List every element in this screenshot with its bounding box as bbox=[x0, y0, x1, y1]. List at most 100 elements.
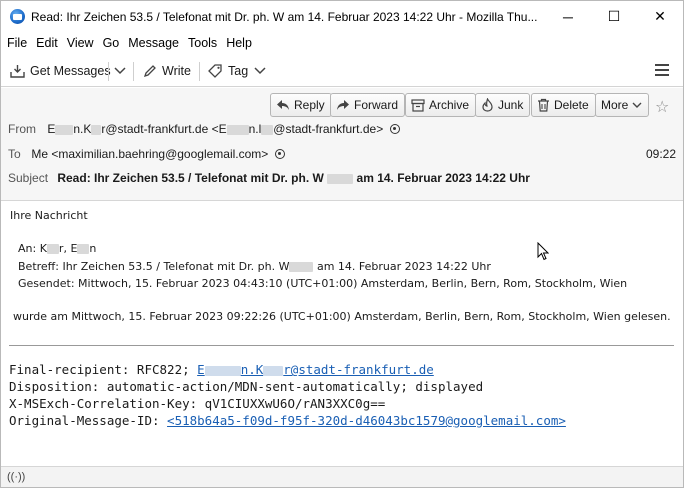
status-bar: ((·)) bbox=[1, 466, 683, 487]
body-gelesen: wurde am Mittwoch, 15. Februar 2023 09:2… bbox=[13, 310, 671, 323]
toolbar-separator bbox=[108, 62, 109, 81]
redaction bbox=[91, 124, 102, 135]
redaction bbox=[226, 124, 249, 135]
body-betreff: Betreff: Ihr Zeichen 53.5 / Telefonat mi… bbox=[18, 260, 491, 273]
chevron-down-icon bbox=[114, 67, 126, 75]
final-recipient-line: Final-recipient: RFC822; En.K r@stadt-fra… bbox=[9, 362, 434, 377]
reply-button[interactable]: Reply bbox=[270, 93, 332, 117]
body-an-part: n bbox=[89, 242, 97, 255]
title-bar: Read: Ihr Zeichen 53.5 / Telefonat mit D… bbox=[1, 1, 683, 32]
redaction bbox=[46, 244, 59, 254]
tag-label: Tag bbox=[228, 64, 249, 78]
chevron-down-icon bbox=[254, 67, 266, 75]
subject-text: am 14. Februar 2023 14:22 Uhr bbox=[356, 171, 530, 185]
get-messages-label: Get Messages bbox=[30, 64, 111, 78]
link-part: r@stadt-frankfurt.de bbox=[283, 362, 434, 377]
delete-label: Delete bbox=[554, 98, 589, 112]
menu-bar: File Edit View Go Message Tools Help bbox=[1, 32, 683, 54]
body-an: An: K r, E n bbox=[18, 242, 96, 255]
menu-view[interactable]: View bbox=[67, 36, 94, 50]
body-gesendet: Gesendet: Mittwoch, 15. Februar 2023 04:… bbox=[18, 277, 628, 290]
message-body: Ihre Nachricht An: K r, E n Betreff: Ihr Z… bbox=[1, 202, 683, 466]
redaction bbox=[55, 124, 74, 135]
to-label: To bbox=[8, 147, 21, 161]
maximize-button[interactable]: ☐ bbox=[591, 1, 637, 32]
close-button[interactable]: ✕ bbox=[637, 1, 683, 32]
add-contact-icon[interactable] bbox=[274, 149, 285, 159]
toolbar-separator bbox=[199, 62, 200, 81]
reply-label: Reply bbox=[294, 98, 325, 112]
from-part[interactable]: n.K bbox=[73, 122, 91, 136]
from-part[interactable]: E bbox=[47, 122, 55, 136]
to-row: To Me <maximilian.baehring@googlemail.co… bbox=[8, 147, 285, 161]
junk-button[interactable]: Junk bbox=[475, 93, 531, 117]
original-message-id-link[interactable]: <518b64a5-f09d-f95f-320d-d46043bc1579@go… bbox=[167, 413, 566, 428]
menu-file[interactable]: File bbox=[7, 36, 27, 50]
tag-button[interactable]: Tag bbox=[208, 59, 271, 83]
redaction bbox=[77, 244, 90, 254]
redaction bbox=[204, 365, 241, 376]
write-button[interactable]: Write bbox=[143, 59, 191, 83]
more-label: More bbox=[601, 98, 629, 112]
write-label: Write bbox=[162, 64, 191, 78]
main-toolbar: Get Messages Write Tag bbox=[1, 55, 683, 87]
from-part[interactable]: r@stadt-frankfurt.de <E bbox=[101, 122, 226, 136]
original-message-id-line: Original-Message-ID: <518b64a5-f09d-f95f… bbox=[9, 413, 566, 428]
tag-icon bbox=[208, 64, 222, 78]
more-button[interactable]: More bbox=[595, 93, 650, 117]
menu-tools[interactable]: Tools bbox=[188, 36, 217, 50]
get-messages-dropdown[interactable] bbox=[114, 59, 131, 83]
archive-label: Archive bbox=[429, 98, 470, 112]
minimize-button[interactable]: ─ bbox=[545, 1, 591, 32]
final-recipient-label: Final-recipient: RFC822; bbox=[9, 362, 198, 377]
body-betreff-part: am 14. Februar 2023 14:22 Uhr bbox=[316, 260, 491, 273]
junk-label: Junk bbox=[498, 98, 524, 112]
redaction bbox=[289, 262, 314, 272]
star-icon[interactable]: ☆ bbox=[655, 97, 669, 117]
forward-label: Forward bbox=[354, 98, 399, 112]
link-part: E bbox=[197, 362, 205, 377]
menu-go[interactable]: Go bbox=[103, 36, 120, 50]
delete-button[interactable]: Delete bbox=[531, 93, 596, 117]
from-row: From En.K r@stadt-frankfurt.de <E n.l @stad… bbox=[8, 122, 400, 136]
to-address[interactable]: Me <maximilian.baehring@googlemail.com> bbox=[31, 147, 268, 161]
final-recipient-link[interactable]: En.K r@stadt-frankfurt.de bbox=[197, 362, 434, 377]
menu-edit[interactable]: Edit bbox=[36, 36, 58, 50]
archive-button[interactable]: Archive bbox=[405, 93, 477, 117]
download-tray-icon bbox=[10, 65, 25, 78]
thunderbird-logo-icon bbox=[10, 9, 25, 24]
mouse-pointer-icon bbox=[537, 242, 549, 261]
add-contact-icon[interactable] bbox=[389, 124, 400, 134]
get-messages-button[interactable]: Get Messages bbox=[10, 59, 111, 83]
from-part[interactable]: n.l bbox=[249, 122, 262, 136]
menu-help[interactable]: Help bbox=[226, 36, 252, 50]
from-part[interactable]: @stadt-frankfurt.de> bbox=[273, 122, 383, 136]
app-menu-icon[interactable] bbox=[655, 64, 669, 76]
window-title: Read: Ihr Zeichen 53.5 / Telefonat mit D… bbox=[31, 10, 538, 24]
reply-icon bbox=[277, 100, 289, 110]
forward-button[interactable]: Forward bbox=[330, 93, 406, 117]
menu-message[interactable]: Message bbox=[128, 36, 179, 50]
original-message-id-label: Original-Message-ID: bbox=[9, 413, 168, 428]
toolbar-separator bbox=[133, 62, 134, 81]
forward-icon bbox=[337, 100, 349, 110]
body-an-part: r, E bbox=[58, 242, 78, 255]
mail-window: Read: Ihr Zeichen 53.5 / Telefonat mit D… bbox=[0, 0, 684, 488]
redaction bbox=[261, 124, 274, 135]
redaction bbox=[263, 365, 284, 376]
disposition-line: Disposition: automatic-action/MDN-sent-a… bbox=[9, 379, 484, 394]
message-header: Reply Forward Archive Junk Delete More ☆… bbox=[1, 88, 683, 201]
body-divider bbox=[9, 345, 674, 346]
connection-status-icon[interactable]: ((·)) bbox=[7, 471, 25, 483]
subject-label: Subject bbox=[8, 171, 49, 185]
archive-icon bbox=[411, 98, 425, 112]
correlation-key-line: X-MSExch-Correlation-Key: qV1CIUXXwU6O/r… bbox=[9, 396, 386, 411]
flame-icon bbox=[482, 98, 493, 112]
subject-text: Read: Ihr Zeichen 53.5 / Telefonat mit D… bbox=[57, 171, 324, 185]
redaction bbox=[327, 173, 354, 184]
chevron-down-icon bbox=[632, 102, 642, 108]
body-betreff-part: Betreff: Ihr Zeichen 53.5 / Telefonat mi… bbox=[18, 260, 290, 273]
body-intro: Ihre Nachricht bbox=[10, 209, 88, 222]
link-part: n.K bbox=[240, 362, 264, 377]
subject-row: Subject Read: Ihr Zeichen 53.5 / Telefon… bbox=[8, 171, 530, 185]
